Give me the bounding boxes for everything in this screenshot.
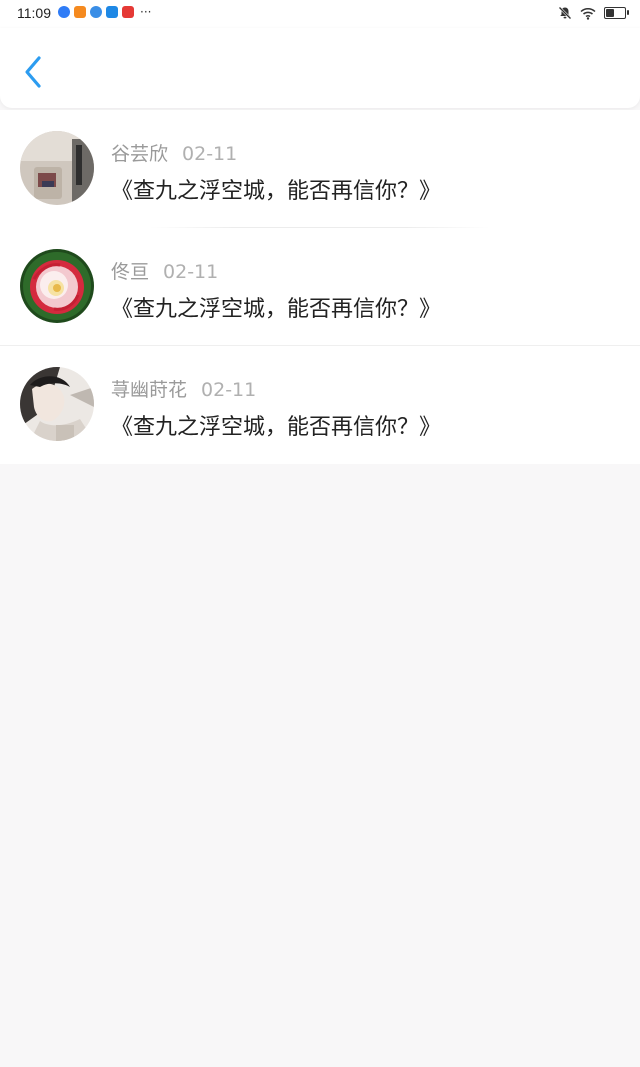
status-app-icons: ··· <box>58 6 151 18</box>
status-bar: 11:09 ··· <box>0 0 640 28</box>
orange-play-app-icon <box>74 6 86 18</box>
battery-icon <box>604 7 629 19</box>
comment-text: 《查九之浮空城，能否再信你？》 <box>111 415 442 440</box>
back-button[interactable] <box>18 54 50 90</box>
comment-date: 02-11 <box>182 143 238 165</box>
battery-level-fill <box>606 9 614 17</box>
comment-list: 谷芸欣 02-11 《查九之浮空城，能否再信你？》 佟亘 02-11 《查九之浮空城… <box>0 110 640 464</box>
user-name[interactable]: 荨幽莳花 <box>111 379 187 401</box>
user-name[interactable]: 谷芸欣 <box>111 143 168 165</box>
list-item[interactable]: 佟亘 02-11 《查九之浮空城，能否再信你？》 <box>0 228 640 346</box>
list-item[interactable]: 谷芸欣 02-11 《查九之浮空城，能否再信你？》 <box>0 110 640 228</box>
blue-circle-app-icon <box>58 6 70 18</box>
comment-text: 《查九之浮空城，能否再信你？》 <box>111 179 442 204</box>
comment-date: 02-11 <box>163 261 219 283</box>
comment-meta: 荨幽莳花 02-11 <box>111 375 256 402</box>
status-right-icons <box>558 6 629 20</box>
blue-music-app-icon <box>90 6 102 18</box>
comment-meta: 谷芸欣 02-11 <box>111 139 237 166</box>
user-name[interactable]: 佟亘 <box>111 261 149 283</box>
header-bar <box>0 28 640 108</box>
blue-browser-app-icon <box>106 6 118 18</box>
avatar[interactable] <box>20 249 94 323</box>
avatar[interactable] <box>20 131 94 205</box>
status-time: 11:09 <box>17 5 51 21</box>
red-app-icon <box>122 6 134 18</box>
mute-bell-icon <box>558 6 572 20</box>
comment-text: 《查九之浮空城，能否再信你？》 <box>111 297 442 322</box>
more-notifications-indicator: ··· <box>140 5 152 19</box>
list-item[interactable]: 荨幽莳花 02-11 《查九之浮空城，能否再信你？》 <box>0 346 640 464</box>
comment-date: 02-11 <box>201 379 257 401</box>
wifi-icon <box>580 7 596 20</box>
avatar[interactable] <box>20 367 94 441</box>
chevron-left-icon <box>25 56 41 88</box>
comment-meta: 佟亘 02-11 <box>111 257 218 284</box>
